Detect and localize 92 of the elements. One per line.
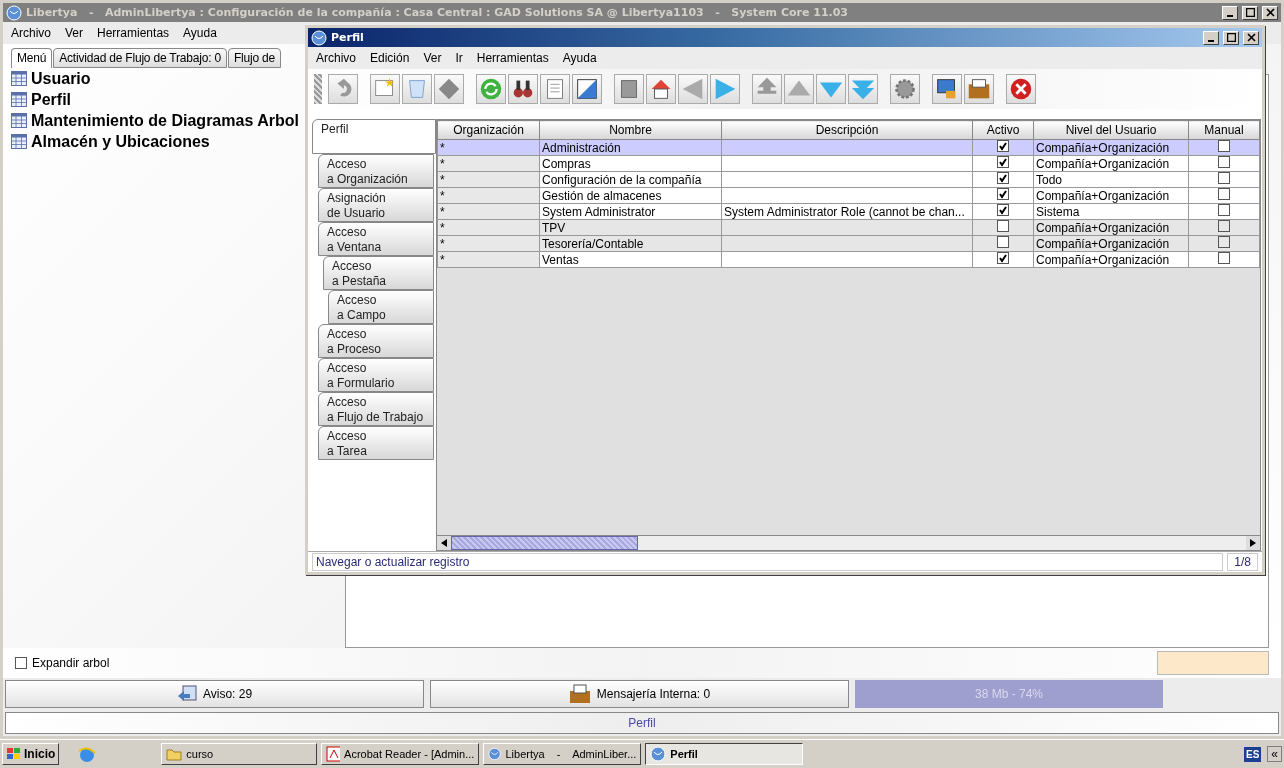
tab[interactable]: Actividad de Flujo de Trabajo: 0 bbox=[53, 48, 227, 68]
folder-icon bbox=[166, 747, 183, 761]
table-icon bbox=[11, 134, 27, 149]
close-icon bbox=[1246, 33, 1256, 42]
table-icon bbox=[11, 92, 27, 107]
menu-item[interactable]: Ayuda bbox=[562, 51, 597, 65]
checkbox[interactable] bbox=[15, 657, 27, 670]
memory-indicator: 38 Mb - 74% bbox=[855, 680, 1163, 709]
minimize-icon bbox=[1227, 14, 1233, 17]
side-tab[interactable]: Perfil bbox=[312, 119, 436, 154]
tab[interactable]: Flujo de bbox=[227, 48, 281, 68]
side-tab[interactable]: Asignación de Usuario bbox=[318, 188, 434, 222]
side-tab[interactable]: Acceso a Ventana bbox=[318, 222, 434, 256]
menu-item[interactable]: Herramientas bbox=[97, 26, 170, 40]
side-tab[interactable]: Acceso a Campo bbox=[328, 290, 434, 324]
maximize-icon bbox=[1226, 33, 1236, 42]
column-header[interactable]: Manual bbox=[1188, 120, 1260, 140]
toolbar-button[interactable] bbox=[508, 74, 538, 104]
globe-icon bbox=[6, 4, 22, 21]
alert-button[interactable]: Aviso: 29 bbox=[5, 680, 424, 709]
taskbar-button[interactable]: Acrobat Reader - [Admin... bbox=[321, 743, 480, 765]
checkbox[interactable] bbox=[997, 188, 1009, 200]
side-tab[interactable]: Acceso a Proceso bbox=[318, 324, 434, 358]
windows-logo-icon bbox=[6, 747, 22, 761]
status-text: Navegar o actualizar registro bbox=[312, 553, 1224, 571]
toolbar-button[interactable] bbox=[1006, 74, 1036, 104]
toolbar-grip[interactable] bbox=[314, 74, 322, 104]
minimize-button[interactable] bbox=[1203, 30, 1219, 45]
document-icon bbox=[326, 746, 341, 762]
checkbox[interactable] bbox=[997, 252, 1009, 264]
close-icon bbox=[1265, 8, 1275, 17]
tab[interactable]: Menú bbox=[11, 48, 53, 68]
taskbar-button[interactable]: Libertya - AdminLiber... bbox=[483, 743, 642, 765]
archive-icon bbox=[568, 684, 591, 705]
taskbar-button[interactable]: curso bbox=[161, 743, 318, 765]
side-tab[interactable]: Acceso a Tarea bbox=[318, 426, 434, 460]
input-field[interactable] bbox=[1157, 651, 1269, 676]
record-counter: 1/8 bbox=[1227, 553, 1258, 571]
menu-item[interactable]: Archivo bbox=[11, 26, 51, 40]
table-icon bbox=[11, 113, 27, 128]
arrow-icon bbox=[176, 685, 197, 704]
menu-item[interactable]: Ver bbox=[65, 26, 84, 40]
column-header[interactable]: Nivel del Usuario bbox=[1033, 120, 1189, 140]
menu-item[interactable]: Ir bbox=[455, 51, 463, 65]
scroll-left-icon[interactable] bbox=[441, 539, 447, 547]
checkbox-label: Expandir arbol bbox=[32, 656, 110, 671]
column-header[interactable]: Descripción bbox=[721, 120, 973, 140]
close-button[interactable] bbox=[1243, 30, 1259, 45]
toolbar-button[interactable] bbox=[932, 74, 962, 104]
maximize-button[interactable] bbox=[1223, 30, 1239, 45]
window-title: Libertya - AdminLibertya : Configuración de la compañía : Casa Central : GAD Solutions SA @ Libertya1103 - System Core 11.03 bbox=[26, 6, 850, 19]
column-header[interactable]: Organización bbox=[437, 120, 540, 140]
side-tab[interactable]: Acceso a Formulario bbox=[318, 358, 434, 392]
language-indicator[interactable]: ES bbox=[1243, 746, 1262, 762]
window-title: Perfil bbox=[331, 31, 365, 44]
messages-button[interactable]: Mensajería Interna: 0 bbox=[430, 680, 849, 709]
minimize-button[interactable] bbox=[1222, 5, 1238, 20]
horizontal-scrollbar[interactable] bbox=[437, 535, 1260, 550]
maximize-icon bbox=[1245, 8, 1255, 17]
globe-icon bbox=[311, 29, 327, 46]
maximize-button[interactable] bbox=[1242, 5, 1258, 20]
tree-item[interactable]: Usuario bbox=[31, 69, 91, 88]
side-tab[interactable]: Acceso a Organización bbox=[318, 154, 434, 188]
menu-item[interactable]: Ver bbox=[423, 51, 442, 65]
minimize-icon bbox=[1208, 39, 1214, 42]
table-icon bbox=[11, 71, 27, 86]
start-button[interactable]: Inicio bbox=[2, 743, 60, 765]
toolbar-button[interactable] bbox=[964, 74, 994, 104]
globe-icon bbox=[650, 746, 667, 762]
toolbar-button[interactable] bbox=[646, 74, 676, 104]
menu-item[interactable]: Herramientas bbox=[476, 51, 549, 65]
scroll-right-icon[interactable] bbox=[1250, 539, 1256, 547]
checkbox[interactable] bbox=[997, 172, 1009, 184]
expand-tray-button[interactable]: « bbox=[1267, 746, 1282, 762]
column-header[interactable]: Activo bbox=[972, 120, 1034, 140]
menu-item[interactable]: Ayuda bbox=[183, 26, 217, 40]
globe-icon bbox=[488, 746, 502, 762]
status-bar: Perfil bbox=[5, 712, 1279, 735]
side-tab[interactable]: Acceso a Pestaña bbox=[323, 256, 434, 290]
column-header[interactable]: Nombre bbox=[539, 120, 722, 140]
close-button[interactable] bbox=[1262, 5, 1278, 20]
tree-item[interactable]: Almacén y Ubicaciones bbox=[31, 132, 210, 151]
checkbox[interactable] bbox=[997, 140, 1009, 152]
menu-item[interactable]: Archivo bbox=[316, 51, 356, 65]
taskbar-button[interactable]: Perfil bbox=[645, 743, 804, 765]
toolbar-button[interactable] bbox=[572, 74, 602, 104]
menu-item[interactable]: Edición bbox=[370, 51, 410, 65]
checkbox[interactable] bbox=[997, 156, 1009, 168]
tree-item[interactable]: Mantenimiento de Diagramas Arbol bbox=[31, 111, 299, 130]
tree-item[interactable]: Perfil bbox=[31, 90, 71, 109]
checkbox[interactable] bbox=[997, 204, 1009, 216]
side-tab[interactable]: Acceso a Flujo de Trabajo bbox=[318, 392, 434, 426]
